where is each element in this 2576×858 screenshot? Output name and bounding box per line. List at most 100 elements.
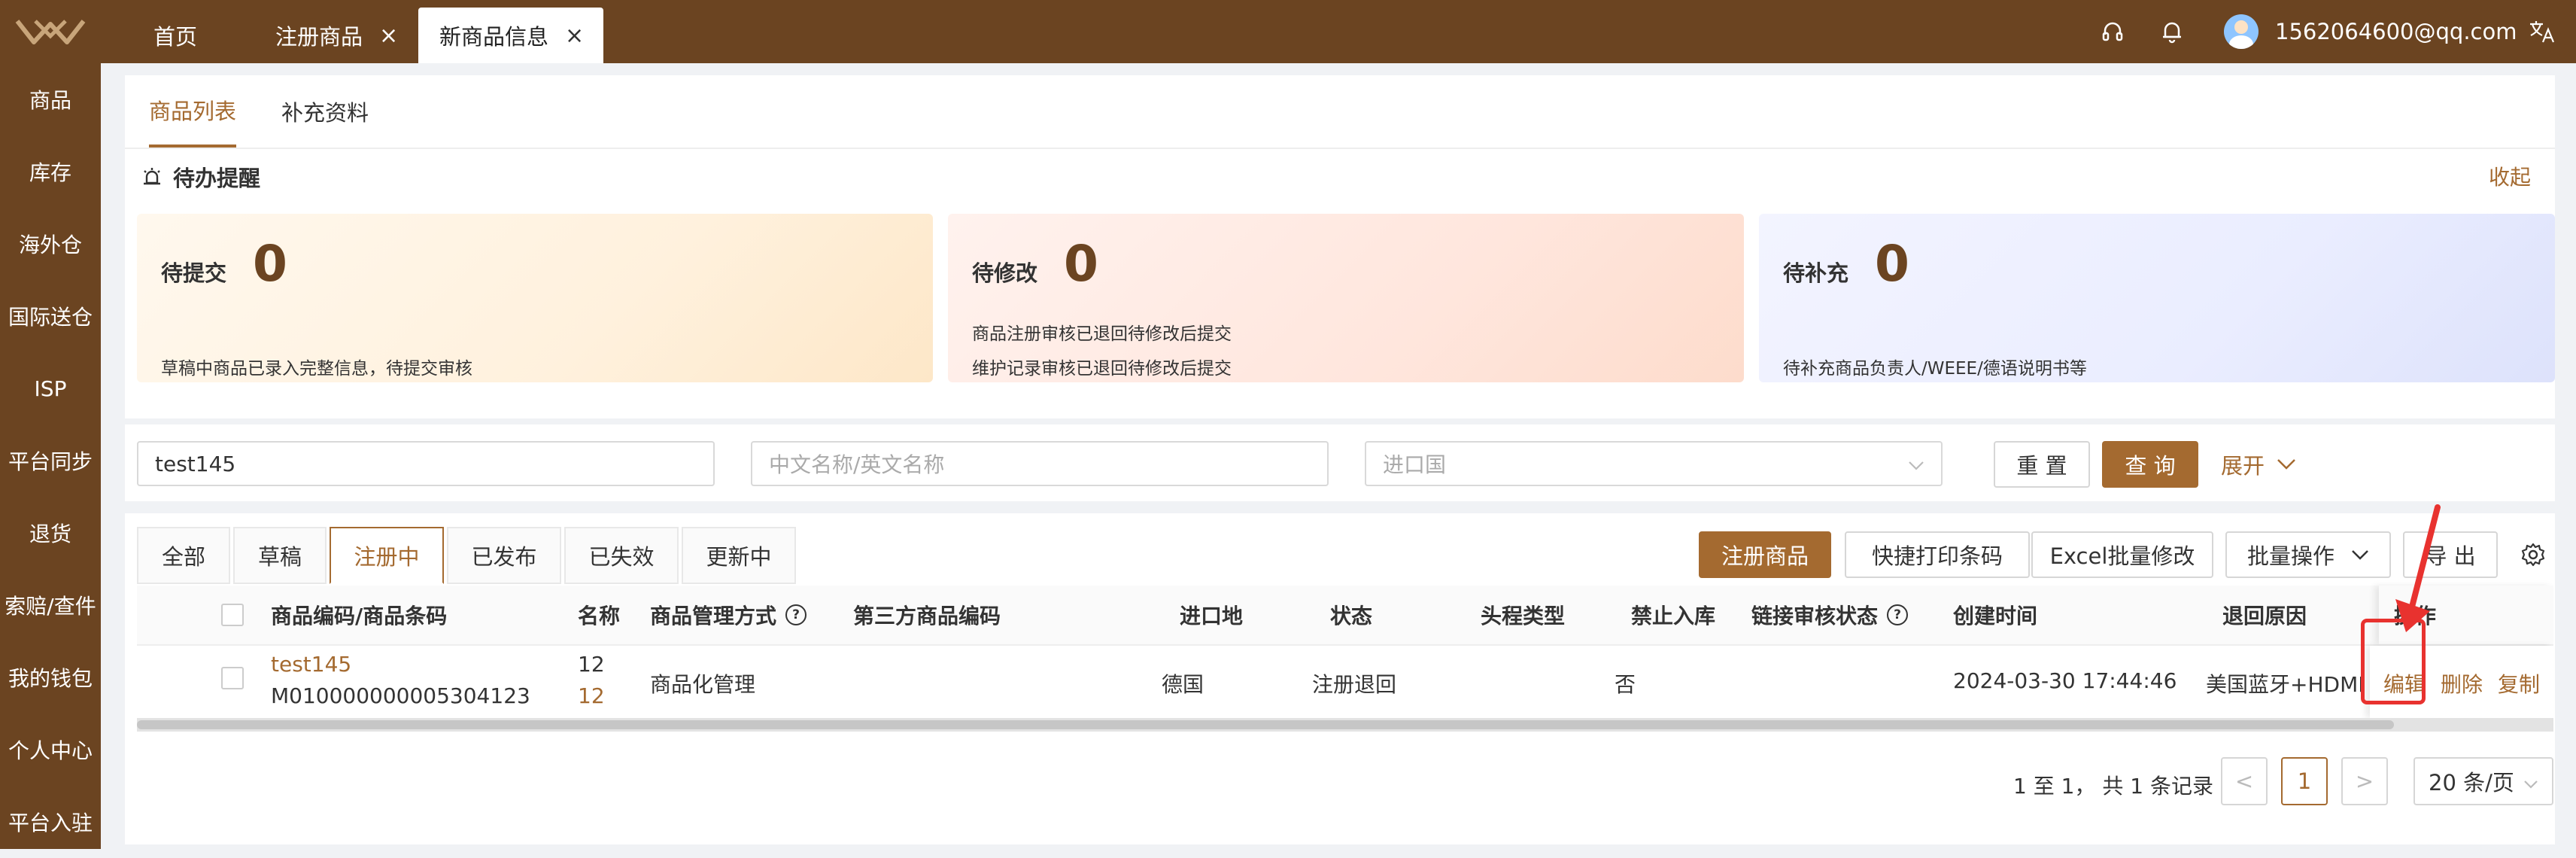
sidebar-item-overseas-warehouse[interactable]: 海外仓 <box>0 208 101 280</box>
sidebar: 商品 库存 海外仓 国际送仓 ISP 平台同步 退货 索赔/查件 我的钱包 个人… <box>0 63 101 849</box>
excel-batch-edit-button[interactable]: Excel批量修改 <box>2031 531 2213 578</box>
tab-home[interactable]: 首页 <box>153 8 197 63</box>
sidebar-item-platform-join[interactable]: 平台入驻 <box>0 786 101 858</box>
card-desc: 维护记录审核已退回待修改后提交 <box>972 359 1232 379</box>
query-button[interactable]: 查 询 <box>2102 441 2198 488</box>
alarm-icon <box>141 166 163 187</box>
expand-link[interactable]: 展开 <box>2221 441 2296 488</box>
page-size-select[interactable]: 20 条/页 <box>2413 757 2553 805</box>
chevron-down-icon <box>2523 768 2538 794</box>
next-page-button[interactable]: > <box>2341 757 2388 805</box>
todo-card-supplement[interactable]: 待补充 0 待补充商品负责人/WEEE/德语说明书等 <box>1759 214 2555 382</box>
register-product-button[interactable]: 注册商品 <box>1699 531 1831 578</box>
tab-label: 注册商品 <box>275 24 363 50</box>
forbid-inbound: 否 <box>1615 672 1636 697</box>
quick-print-barcode-button[interactable]: 快捷打印条码 <box>1845 531 2030 578</box>
row-checkbox[interactable] <box>221 667 244 689</box>
sidebar-item-claims[interactable]: 索赔/查件 <box>0 569 101 641</box>
country-select[interactable]: 进口国 <box>1365 441 1943 486</box>
col-forbid-inbound: 禁止入库 <box>1631 604 1716 628</box>
sidebar-item-international-delivery[interactable]: 国际送仓 <box>0 280 101 352</box>
headset-icon[interactable] <box>2101 0 2125 63</box>
tab-register-product[interactable]: 注册商品 × <box>275 8 398 63</box>
todo-header: 待办提醒 <box>141 161 260 193</box>
subtab-supplementary[interactable]: 补充资料 <box>281 75 369 148</box>
expand-label: 展开 <box>2221 453 2265 479</box>
col-import-country: 进口地 <box>1180 604 1244 628</box>
product-name-alt[interactable]: 12 <box>578 683 605 708</box>
user-email: 1562064600@qq.com <box>2275 19 2517 44</box>
col-link-review-status: 链接审核状态? <box>1751 586 1909 644</box>
product-code-link[interactable]: test145 <box>271 652 351 677</box>
status-tab-registering[interactable]: 注册中 <box>330 527 444 584</box>
code-search-value: test145 <box>155 451 236 476</box>
col-first-leg-type: 头程类型 <box>1481 604 1566 628</box>
divider <box>125 148 2555 149</box>
product-barcode: M010000000005304123 <box>271 683 530 708</box>
card-desc: 商品注册审核已退回待修改后提交 <box>972 324 1232 344</box>
batch-operations-dropdown[interactable]: 批量操作 <box>2225 531 2391 578</box>
card-count: 0 <box>1875 235 1909 293</box>
product-name: 12 <box>578 652 605 677</box>
select-all-checkbox[interactable] <box>221 604 244 626</box>
sidebar-item-products[interactable]: 商品 <box>0 63 101 135</box>
status-tab-updating[interactable]: 更新中 <box>682 527 796 584</box>
gear-icon[interactable] <box>2520 542 2546 570</box>
horizontal-scrollbar[interactable] <box>137 718 2553 732</box>
batch-label: 批量操作 <box>2246 543 2334 569</box>
tab-new-product-info[interactable]: 新商品信息 × <box>418 8 603 63</box>
subtab-product-list[interactable]: 商品列表 <box>149 75 237 148</box>
sidebar-item-profile[interactable]: 个人中心 <box>0 713 101 786</box>
bell-icon[interactable] <box>2161 0 2183 63</box>
col-third-party-code: 第三方商品编码 <box>853 604 1001 628</box>
translate-icon[interactable] <box>2528 0 2555 63</box>
status-tab-draft[interactable]: 草稿 <box>233 527 327 584</box>
col-mgmt: 商品管理方式? <box>650 586 807 644</box>
brand-logo[interactable] <box>0 0 101 63</box>
sidebar-item-inventory[interactable]: 库存 <box>0 135 101 208</box>
collapse-link[interactable]: 收起 <box>2489 161 2531 191</box>
mgmt-method: 商品化管理 <box>650 672 756 697</box>
reset-button[interactable]: 重 置 <box>1994 441 2090 488</box>
card-title: 待补充 <box>1783 260 1849 286</box>
card-count: 0 <box>1064 235 1098 293</box>
name-search-input[interactable]: 中文名称/英文名称 <box>751 441 1329 486</box>
todo-card-submit[interactable]: 待提交 0 草稿中商品已录入完整信息，待提交审核 <box>137 214 933 382</box>
status-tab-expired[interactable]: 已失效 <box>564 527 679 584</box>
todo-title: 待办提醒 <box>173 166 261 191</box>
sidebar-item-returns[interactable]: 退货 <box>0 497 101 569</box>
close-icon[interactable]: × <box>379 23 398 49</box>
card-desc: 草稿中商品已录入完整信息，待提交审核 <box>161 359 472 379</box>
prev-page-button[interactable]: < <box>2221 757 2268 805</box>
chevron-down-icon <box>2277 458 2296 470</box>
help-icon[interactable]: ? <box>785 604 807 625</box>
code-search-input[interactable]: test145 <box>137 441 715 486</box>
help-icon[interactable]: ? <box>1887 604 1909 625</box>
delete-link[interactable]: 删除 <box>2441 668 2483 698</box>
chevron-down-icon <box>2351 549 2369 560</box>
chevron-down-icon <box>1908 452 1924 476</box>
sidebar-item-isp[interactable]: ISP <box>0 352 101 424</box>
card-count: 0 <box>253 235 287 293</box>
col-link-label: 链接审核状态 <box>1751 604 1879 628</box>
col-name: 名称 <box>578 604 621 628</box>
page-1-button[interactable]: 1 <box>2281 757 2328 805</box>
sidebar-item-platform-sync[interactable]: 平台同步 <box>0 424 101 497</box>
pagination-summary: 1 至 1， 共 1 条记录 <box>2013 774 2213 799</box>
status-text: 注册退回 <box>1312 672 1397 697</box>
col-status: 状态 <box>1330 604 1373 628</box>
country-placeholder: 进口国 <box>1383 452 1447 477</box>
status-tab-all[interactable]: 全部 <box>137 527 230 584</box>
close-icon[interactable]: × <box>565 23 584 49</box>
scrollbar-thumb[interactable] <box>137 720 2394 729</box>
copy-link[interactable]: 复制 <box>2498 668 2540 698</box>
card-title: 待提交 <box>161 260 227 286</box>
sidebar-item-wallet[interactable]: 我的钱包 <box>0 641 101 713</box>
todo-panel: 商品列表 补充资料 待办提醒 收起 待提交 0 草稿中商品已录入完整信息，待提交… <box>125 75 2555 418</box>
table-row: test145 M010000000005304123 12 12 商品化管理 … <box>137 646 2553 718</box>
col-mgmt-label: 商品管理方式 <box>650 604 777 628</box>
col-created-time: 创建时间 <box>1953 604 2038 628</box>
todo-card-modify[interactable]: 待修改 0 商品注册审核已退回待修改后提交 维护记录审核已退回待修改后提交 <box>948 214 1744 382</box>
status-tab-published[interactable]: 已发布 <box>447 527 561 584</box>
user-menu[interactable]: 1562064600@qq.com <box>2224 0 2517 63</box>
